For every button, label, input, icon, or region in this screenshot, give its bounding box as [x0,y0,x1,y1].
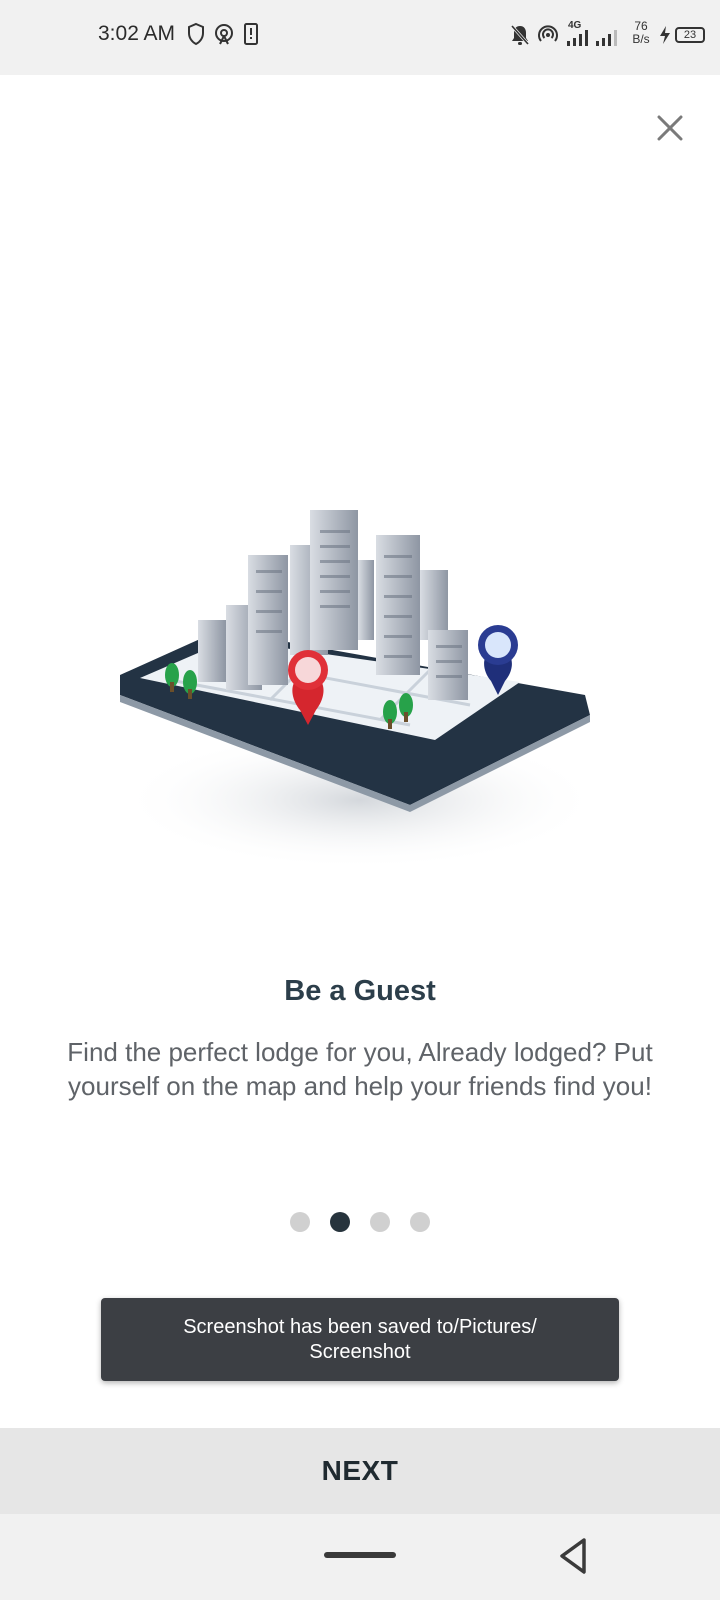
next-button[interactable]: NEXT [0,1428,720,1514]
shield-icon [188,22,204,46]
page-dot-1[interactable] [290,1212,310,1232]
signal-icon [567,30,588,46]
page-dot-2-active[interactable] [330,1212,350,1232]
next-button-label: NEXT [321,1455,399,1486]
signal-icon [596,30,617,46]
back-icon[interactable] [556,1536,592,1576]
sim-alert-icon [244,23,258,45]
hotspot-icon [215,24,233,45]
onboarding-title: Be a Guest [284,975,436,1007]
page-dot-3[interactable] [370,1212,390,1232]
charging-icon [660,26,670,44]
status-time: 3:02 AM [98,22,176,45]
home-gesture-bar[interactable] [324,1552,396,1558]
speed-unit: B/s [632,32,650,46]
battery-level: 23 [683,29,697,41]
city-map-tablet-illustration [120,510,600,870]
mute-icon [510,25,530,45]
wifi-hotspot-icon [538,25,558,42]
onboarding-description: Find the perfect lodge for you, Already … [67,1037,653,1101]
close-icon[interactable] [650,108,690,148]
status-bar: 3:02 AM 4G 76 B/s 23 [0,0,720,75]
screenshot-saved-toast: Screenshot has been saved to/Pictures/ S… [101,1298,619,1381]
network-speed: 76 B/s [628,20,654,46]
page-dot-4[interactable] [410,1212,430,1232]
page-indicator [0,1212,720,1234]
toast-message: Screenshot has been saved to/Pictures/ S… [183,1315,537,1363]
battery-icon: 23 [675,27,705,43]
